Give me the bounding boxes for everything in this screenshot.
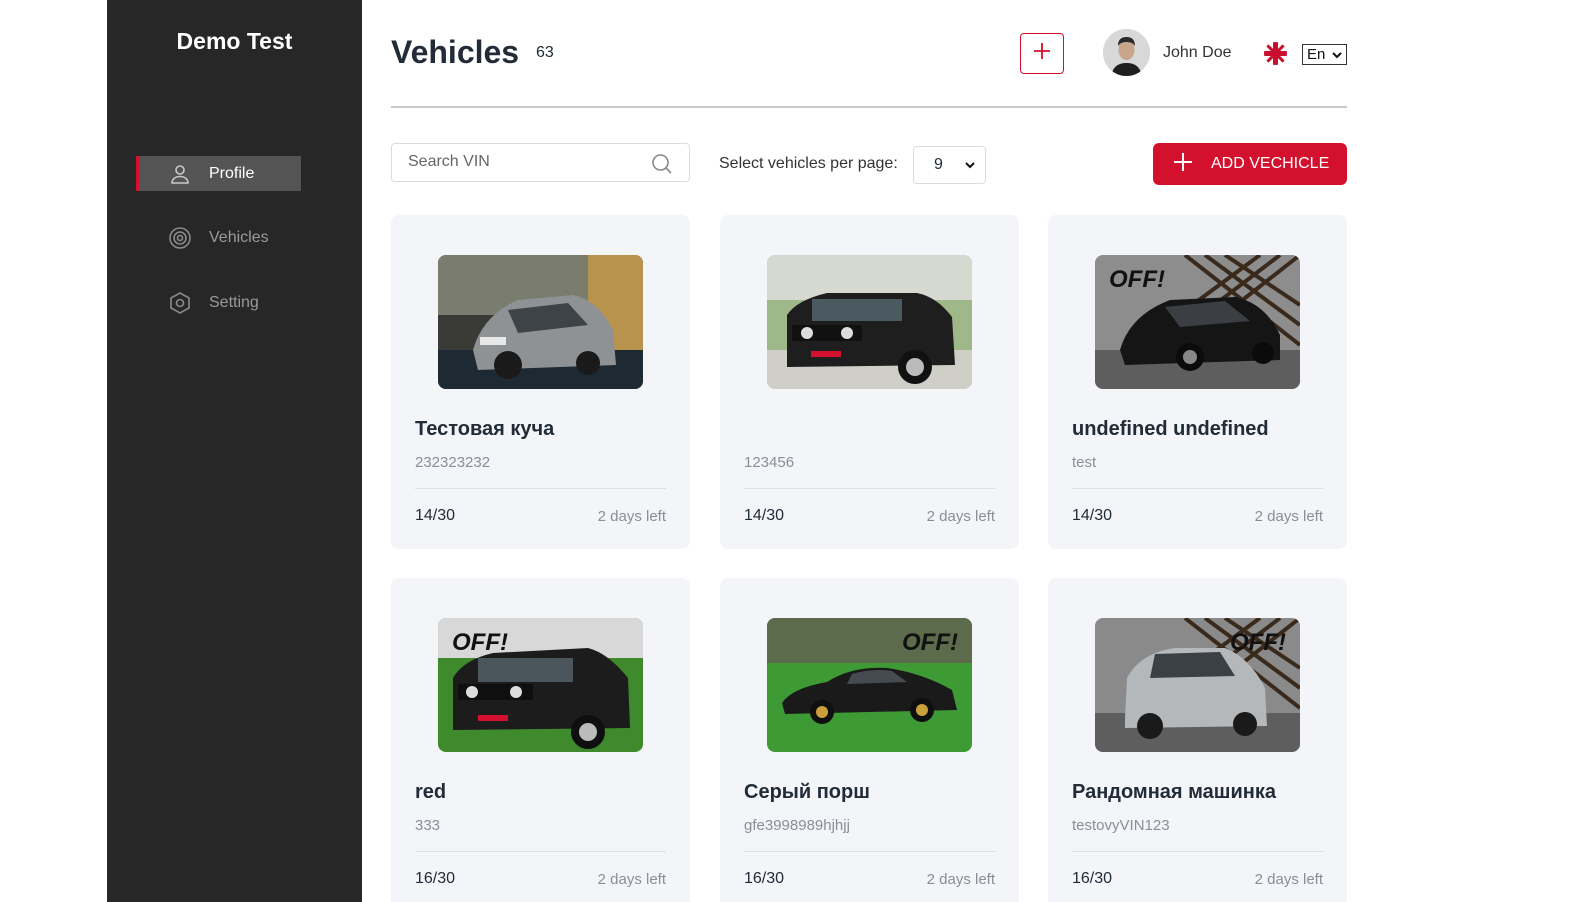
vehicle-days-left: 2 days left [926,508,995,525]
card-divider [1072,488,1323,489]
vehicle-vin: testovyVIN123 [1072,817,1170,834]
vehicle-photo [438,255,643,389]
vehicle-progress: 14/30 [1072,507,1113,524]
vehicle-progress: 16/30 [1072,870,1113,887]
uk-flag-icon [1264,42,1287,65]
language-value: En [1307,46,1326,63]
add-vehicle-button[interactable]: ADD VECHICLE [1153,143,1347,185]
plus-icon [1032,41,1052,66]
vehicle-card[interactable]: Тестовая куча 232323232 14/30 2 days lef… [391,215,690,549]
page-title: Vehicles [391,34,520,70]
vehicle-photo: OFF! [767,618,972,752]
sidebar-item-setting[interactable]: Setting [136,285,301,320]
add-vehicle-icon-button[interactable] [1020,33,1064,74]
vehicle-name: red [415,781,447,803]
svg-text:OFF!: OFF! [1230,629,1286,656]
vehicle-card[interactable]: OFF! undefined undefined test 14/30 2 da… [1048,215,1347,549]
language-select[interactable]: En [1302,44,1347,65]
vehicle-vin: gfe3998989hjhjj [744,817,850,834]
card-divider [415,488,666,489]
per-page-select[interactable]: 9 [913,146,986,184]
vehicle-card[interactable]: OFF! Рандомная машинка testovyVIN123 16/… [1048,578,1347,902]
card-divider [744,488,995,489]
vehicle-days-left: 2 days left [1254,508,1323,525]
sidebar-item-label: Setting [209,293,259,311]
svg-text:OFF!: OFF! [1109,266,1165,293]
vehicle-progress: 14/30 [744,507,785,524]
sidebar-item-vehicles[interactable]: Vehicles [136,220,301,255]
vehicle-card[interactable]: OFF! red 333 16/30 2 days left [391,578,690,902]
vehicle-name: undefined undefined [1072,418,1269,440]
vehicle-photo: OFF! [1095,255,1300,389]
vehicle-name: Рандомная машинка [1072,781,1276,803]
card-divider [415,851,666,852]
vehicle-days-left: 2 days left [597,508,666,525]
sidebar-item-profile[interactable]: Profile [136,156,301,191]
vehicle-vin: 333 [415,817,441,834]
vehicle-days-left: 2 days left [597,871,666,888]
user-icon [168,162,192,186]
sidebar-item-label: Vehicles [209,228,269,246]
hexagon-settings-icon [168,291,192,315]
vehicle-photo: OFF! [1095,618,1300,752]
vehicle-name: Серый порш [744,781,870,803]
target-icon [168,226,192,250]
sidebar-item-label: Profile [209,164,255,182]
brand-title: Demo Test [176,28,293,54]
vehicle-photo: OFF! [438,618,643,752]
card-divider [744,851,995,852]
vehicle-name: Тестовая куча [415,418,555,440]
header-divider [391,106,1347,108]
chevron-down-icon [1332,46,1342,63]
user-name[interactable]: John Doe [1163,44,1232,62]
vehicle-progress: 16/30 [744,870,785,887]
vehicle-photo [767,255,972,389]
vehicle-progress: 14/30 [415,507,456,524]
vehicle-progress: 16/30 [415,870,456,887]
avatar[interactable] [1103,29,1150,76]
per-page-label: Select vehicles per page: [719,155,898,172]
vehicle-days-left: 2 days left [926,871,995,888]
svg-text:OFF!: OFF! [452,629,508,656]
search-input[interactable] [408,153,648,171]
vehicle-vin: 232323232 [415,454,491,471]
vehicle-count: 63 [536,44,554,61]
per-page-value: 9 [934,156,943,173]
search-icon[interactable] [651,153,673,180]
card-divider [1072,851,1323,852]
vehicle-card[interactable]: OFF! Серый порш gfe3998989hjhjj 16/30 2 … [720,578,1019,902]
search-box[interactable] [391,143,690,182]
sidebar: Demo Test Profile Vehicles Setting [107,0,362,902]
plus-icon [1173,152,1193,177]
add-vehicle-label: ADD VECHICLE [1211,155,1330,172]
vehicle-vin: 123456 [744,454,795,471]
vehicle-vin: test [1072,454,1097,471]
vehicle-days-left: 2 days left [1254,871,1323,888]
svg-text:OFF!: OFF! [902,629,958,656]
vehicle-card[interactable]: 123456 14/30 2 days left [720,215,1019,549]
chevron-down-icon [965,156,975,174]
